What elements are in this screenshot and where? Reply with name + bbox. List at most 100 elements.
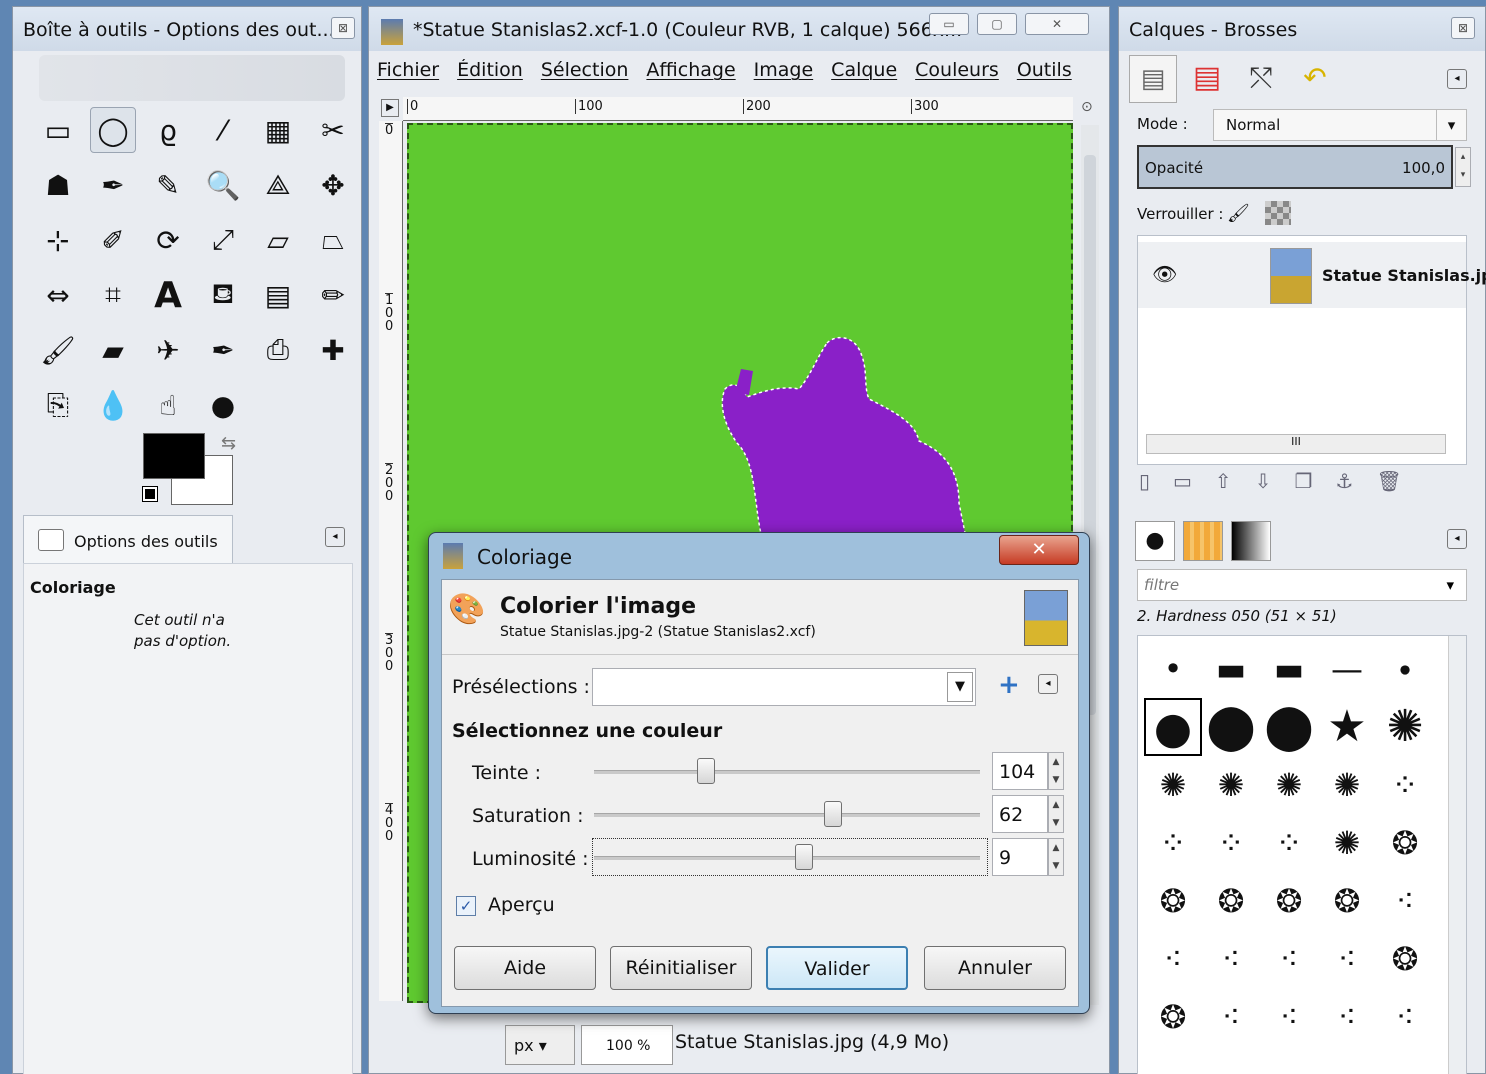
foreground-select-tool-icon[interactable]: ☗ — [35, 162, 81, 208]
undo-history-tab-icon[interactable]: ↶ — [1291, 55, 1339, 103]
layer-row[interactable]: 👁 Statue Stanislas.jp — [1138, 242, 1486, 308]
lock-alpha-icon[interactable] — [1265, 201, 1291, 225]
clone-tool-icon[interactable]: ⎙ — [255, 327, 301, 373]
fuzzy-select-tool-icon[interactable]: ⁄ — [200, 107, 246, 153]
brush-scrollbar[interactable] — [1448, 636, 1466, 1074]
menu-affichage[interactable]: Affichage — [646, 59, 735, 81]
brush-preset[interactable]: ⬤ — [1202, 698, 1260, 756]
perspective-tool-icon[interactable]: ⏢ — [310, 217, 356, 263]
mode-select[interactable]: Normal ▾ — [1213, 109, 1467, 141]
perspective-clone-tool-icon[interactable]: ⎘ — [35, 382, 81, 428]
lightness-input[interactable]: 9 — [992, 838, 1048, 876]
brush-preset[interactable]: ⁖ — [1202, 930, 1260, 988]
maximize-button[interactable]: ▢ — [977, 13, 1017, 35]
pencil-tool-icon[interactable]: ✏ — [310, 272, 356, 318]
brush-preset[interactable]: ✺ — [1376, 698, 1434, 756]
opacity-slider[interactable]: Opacité 100,0 — [1137, 145, 1453, 189]
menu-fichier[interactable]: Fichier — [377, 59, 439, 81]
rect-select-tool-icon[interactable]: ▭ — [35, 107, 81, 153]
lightness-slider-thumb[interactable] — [795, 844, 814, 870]
brush-preset[interactable]: ⁘ — [1260, 814, 1318, 872]
brush-preset[interactable]: ▬ — [1202, 640, 1260, 698]
brushes-tab-menu-icon[interactable]: ◂ — [1447, 529, 1467, 549]
opacity-spinner[interactable]: ▴ ▾ — [1455, 147, 1471, 187]
default-colors-icon[interactable] — [142, 486, 158, 502]
menu-couleurs[interactable]: Couleurs — [915, 59, 999, 81]
toolbox-close-button[interactable]: ⊠ — [331, 17, 355, 39]
lock-pixels-icon[interactable]: 🖌 — [1227, 203, 1250, 224]
patterns-tab-icon[interactable] — [1183, 521, 1223, 561]
dock-close-button[interactable]: ⊠ — [1451, 17, 1475, 39]
saturation-input[interactable]: 62 — [992, 795, 1048, 833]
presets-select[interactable]: ▼ — [592, 668, 976, 706]
foreground-color-swatch-top[interactable] — [143, 433, 205, 479]
ink-tool-icon[interactable]: ✒ — [200, 327, 246, 373]
saturation-slider-thumb[interactable] — [824, 801, 843, 827]
brush-preset[interactable]: ⁖ — [1260, 988, 1318, 1046]
lightness-slider-track[interactable] — [594, 856, 980, 860]
brush-preset[interactable]: ✺ — [1202, 756, 1260, 814]
brush-preset[interactable]: ❂ — [1318, 872, 1376, 930]
unit-select[interactable]: px ▾ — [505, 1025, 575, 1065]
brush-preset[interactable]: ✺ — [1318, 756, 1376, 814]
rotate-tool-icon[interactable]: ⟳ — [145, 217, 191, 263]
bucket-fill-tool-icon[interactable]: ⛾ — [200, 272, 246, 318]
brush-grid[interactable]: • ▬ ▬ — ∙ ● ⬤ ⬤ ★ ✺ ✺ ✺ ✺ ✺ ⁘ ⁘ ⁘ ⁘ ✺ ❂ ❂ ❂ ❂ ❂ ⁖ ⁖ ⁖ ⁖ ⁖ ❂ ❂ ⁖ ⁖ ⁖ ⁖ — [1137, 635, 1467, 1074]
color-select-tool-icon[interactable]: ▦ — [255, 107, 301, 153]
brush-preset[interactable]: ⁖ — [1376, 988, 1434, 1046]
brush-preset[interactable]: ⁘ — [1202, 814, 1260, 872]
brush-preset[interactable]: ⁖ — [1318, 930, 1376, 988]
new-group-icon[interactable]: ▭ — [1173, 469, 1215, 493]
brush-preset[interactable]: ⁖ — [1202, 988, 1260, 1046]
heal-tool-icon[interactable]: ✚ — [310, 327, 356, 373]
hue-slider-thumb[interactable] — [696, 758, 715, 784]
gradients-tab-icon[interactable] — [1231, 521, 1271, 561]
brush-preset[interactable]: ❂ — [1260, 872, 1318, 930]
brush-preset[interactable]: ✺ — [1318, 814, 1376, 872]
brush-preset[interactable]: ∙ — [1376, 640, 1434, 698]
color-picker-tool-icon[interactable]: ✎ — [145, 162, 191, 208]
layers-tab-icon[interactable]: ▤ — [1129, 55, 1177, 103]
quick-mask-menu-icon[interactable]: ▶ — [381, 99, 399, 117]
paintbrush-tool-icon[interactable]: 🖌 — [35, 327, 81, 373]
brush-preset[interactable]: — — [1318, 640, 1376, 698]
free-select-tool-icon[interactable]: ϱ — [145, 107, 191, 153]
menu-selection[interactable]: Sélection — [541, 59, 629, 81]
brush-preset[interactable]: ★ — [1318, 698, 1376, 756]
brush-preset[interactable]: ❂ — [1144, 872, 1202, 930]
flip-tool-icon[interactable]: ⇔ — [35, 272, 81, 318]
smudge-tool-icon[interactable]: ☝ — [145, 382, 191, 428]
brush-preset[interactable]: ⁖ — [1260, 930, 1318, 988]
layers-horizontal-scrollbar[interactable]: III — [1146, 434, 1446, 454]
brush-preset[interactable]: ✺ — [1144, 756, 1202, 814]
brush-preset[interactable]: ❂ — [1376, 930, 1434, 988]
anchor-layer-icon[interactable]: ⚓ — [1335, 469, 1376, 493]
brush-preset[interactable]: ⬤ — [1260, 698, 1318, 756]
brush-preset[interactable]: ⁖ — [1318, 988, 1376, 1046]
cage-tool-icon[interactable]: ⌗ — [90, 272, 136, 318]
hue-input[interactable]: 104 — [992, 752, 1048, 790]
tab-tool-options[interactable]: Options des outils — [23, 515, 233, 563]
scale-tool-icon[interactable]: ⤢ — [200, 217, 246, 263]
scissors-tool-icon[interactable]: ✂ — [310, 107, 356, 153]
crop-tool-icon[interactable]: ✐ — [90, 217, 136, 263]
toolbox-titlebar[interactable]: Boîte à outils - Options des out... — [13, 7, 361, 51]
brush-preset[interactable]: ⁘ — [1144, 814, 1202, 872]
menu-image[interactable]: Image — [754, 59, 814, 81]
brush-preset[interactable]: ⁖ — [1376, 872, 1434, 930]
paths-tool-icon[interactable]: ✒ — [90, 162, 136, 208]
airbrush-tool-icon[interactable]: ✈ — [145, 327, 191, 373]
brush-preset[interactable]: ❂ — [1144, 988, 1202, 1046]
eraser-tool-icon[interactable]: ▰ — [90, 327, 136, 373]
layer-name[interactable]: Statue Stanislas.jp — [1322, 266, 1486, 285]
add-preset-icon[interactable]: + — [998, 670, 1020, 700]
lightness-spinner[interactable]: ▲ ▼ — [1048, 838, 1064, 876]
vertical-ruler[interactable]: 0 1 0 0 2 0 0 3 0 0 4 0 0 — [379, 121, 403, 1001]
brushes-tab-icon[interactable]: ● — [1135, 521, 1175, 561]
dodge-burn-tool-icon[interactable]: ● — [200, 382, 246, 428]
cancel-button[interactable]: Annuler — [924, 946, 1066, 990]
preview-checkbox[interactable]: ✓ — [456, 896, 476, 916]
brush-preset[interactable]: ⁖ — [1144, 930, 1202, 988]
ellipse-select-tool-icon[interactable]: ◯ — [90, 107, 136, 153]
saturation-spinner[interactable]: ▲ ▼ — [1048, 795, 1064, 833]
